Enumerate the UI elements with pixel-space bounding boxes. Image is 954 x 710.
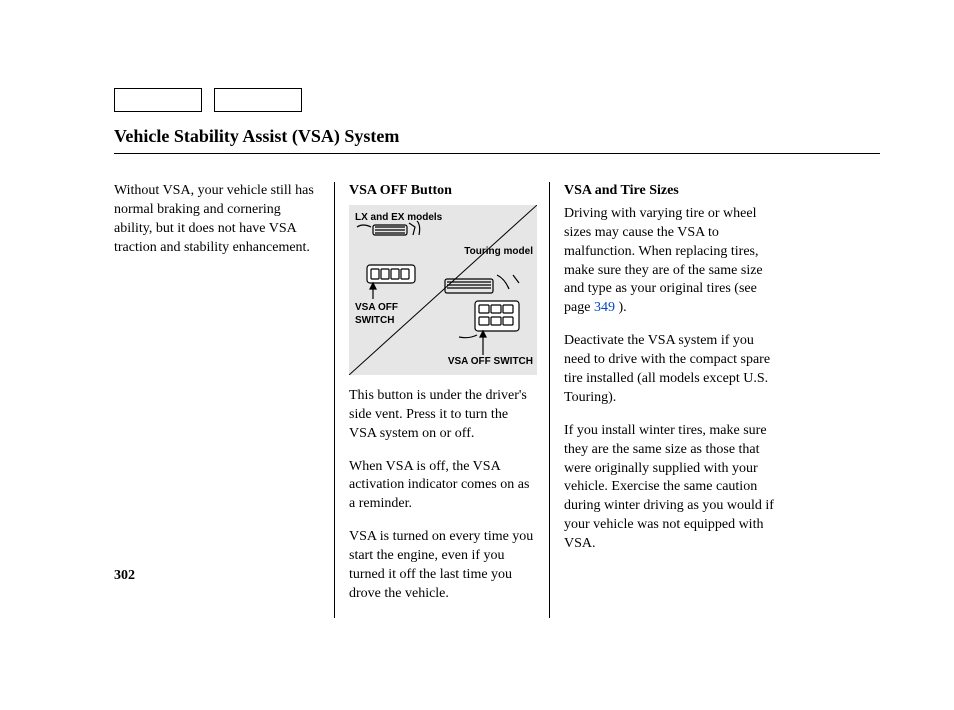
header-placeholder-boxes xyxy=(114,88,302,112)
column-3: VSA and Tire Sizes Driving with varying … xyxy=(550,182,780,618)
col3-para3: If you install winter tires, make sure t… xyxy=(564,422,780,554)
diagram-illustration xyxy=(349,205,537,375)
col3-p1-pre: Driving with varying tire or wheel sizes… xyxy=(564,206,763,315)
vsa-off-button-diagram: LX and EX models Touring model VSA OFF S… xyxy=(349,205,537,375)
column-2: VSA OFF Button LX and EX models Touring … xyxy=(334,182,550,618)
header-box-1 xyxy=(114,88,202,112)
page-number: 302 xyxy=(114,568,135,584)
title-bar: Vehicle Stability Assist (VSA) System xyxy=(114,126,880,154)
page-title: Vehicle Stability Assist (VSA) System xyxy=(114,126,880,147)
content-columns: Without VSA, your vehicle still has norm… xyxy=(114,182,880,618)
col2-para3: VSA is turned on every time you start th… xyxy=(349,528,535,604)
page-link-349[interactable]: 349 xyxy=(594,300,615,315)
manual-page: Vehicle Stability Assist (VSA) System Wi… xyxy=(0,0,954,710)
col3-para2: Deactivate the VSA system if you need to… xyxy=(564,332,780,408)
header-box-2 xyxy=(214,88,302,112)
col2-para2: When VSA is off, the VSA activation indi… xyxy=(349,458,535,515)
col2-para1: This button is under the driver's side v… xyxy=(349,387,535,444)
col2-heading: VSA OFF Button xyxy=(349,182,535,201)
col3-para1: Driving with varying tire or wheel sizes… xyxy=(564,205,780,318)
col3-p1-post: ). xyxy=(615,300,627,315)
col1-para1: Without VSA, your vehicle still has norm… xyxy=(114,182,320,258)
col3-heading: VSA and Tire Sizes xyxy=(564,182,780,201)
column-1: Without VSA, your vehicle still has norm… xyxy=(114,182,334,618)
